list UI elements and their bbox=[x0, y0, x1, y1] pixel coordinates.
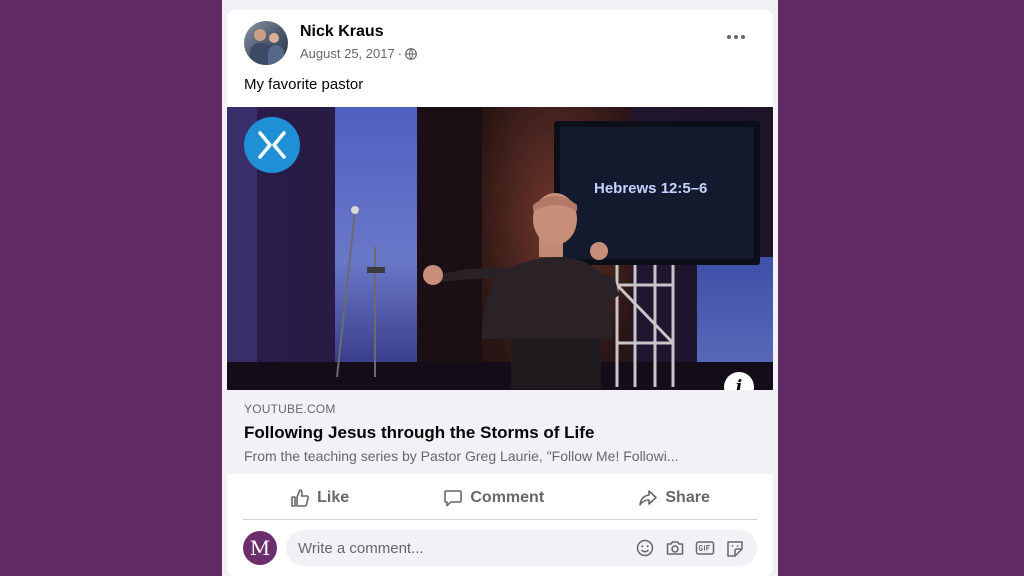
post-caption: My favorite pastor bbox=[244, 76, 364, 93]
channel-logo bbox=[244, 117, 300, 173]
share-button[interactable]: Share bbox=[628, 482, 719, 514]
globe-icon[interactable] bbox=[405, 47, 417, 60]
video-thumbnail[interactable]: Hebrews 12:5–6 i bbox=[227, 107, 773, 390]
share-icon bbox=[639, 490, 658, 506]
x-logo-icon bbox=[258, 131, 286, 159]
gif-icon[interactable] bbox=[695, 539, 715, 557]
post-date[interactable]: August 25, 2017 bbox=[300, 46, 395, 61]
sticker-icon[interactable] bbox=[725, 539, 745, 557]
comment-label: Comment bbox=[470, 489, 545, 506]
link-domain: YOUTUBE.COM bbox=[244, 402, 336, 416]
more-options-icon[interactable] bbox=[725, 30, 747, 44]
post-meta: August 25, 2017 · bbox=[300, 46, 417, 61]
link-preview[interactable]: YOUTUBE.COM Following Jesus through the … bbox=[227, 390, 773, 474]
like-label: Like bbox=[317, 489, 350, 506]
link-description: From the teaching series by Pastor Greg … bbox=[244, 448, 679, 464]
thumbs-up-icon bbox=[291, 489, 310, 507]
comment-icon bbox=[444, 490, 463, 507]
feed-column: Nick Kraus August 25, 2017 · My favorite… bbox=[222, 0, 778, 576]
monitor-verse: Hebrews 12:5–6 bbox=[594, 180, 707, 197]
meta-separator: · bbox=[397, 46, 403, 61]
author-name[interactable]: Nick Kraus bbox=[300, 23, 384, 41]
info-icon-label: i bbox=[735, 377, 743, 390]
comment-tools bbox=[635, 539, 745, 557]
action-divider bbox=[243, 519, 757, 520]
camera-icon[interactable] bbox=[665, 539, 685, 557]
comment-composer: M bbox=[243, 529, 757, 567]
author-avatar[interactable] bbox=[244, 21, 288, 65]
like-button[interactable]: Like bbox=[280, 482, 359, 514]
post-card: Nick Kraus August 25, 2017 · My favorite… bbox=[227, 10, 773, 576]
stage-scene: Hebrews 12:5–6 bbox=[227, 107, 773, 390]
comment-button[interactable]: Comment bbox=[433, 482, 554, 514]
link-title[interactable]: Following Jesus through the Storms of Li… bbox=[244, 423, 594, 443]
action-bar: Like Comment Share bbox=[243, 477, 757, 519]
emoji-icon[interactable] bbox=[635, 539, 655, 557]
commenter-avatar[interactable]: M bbox=[243, 531, 277, 565]
share-label: Share bbox=[665, 489, 710, 506]
